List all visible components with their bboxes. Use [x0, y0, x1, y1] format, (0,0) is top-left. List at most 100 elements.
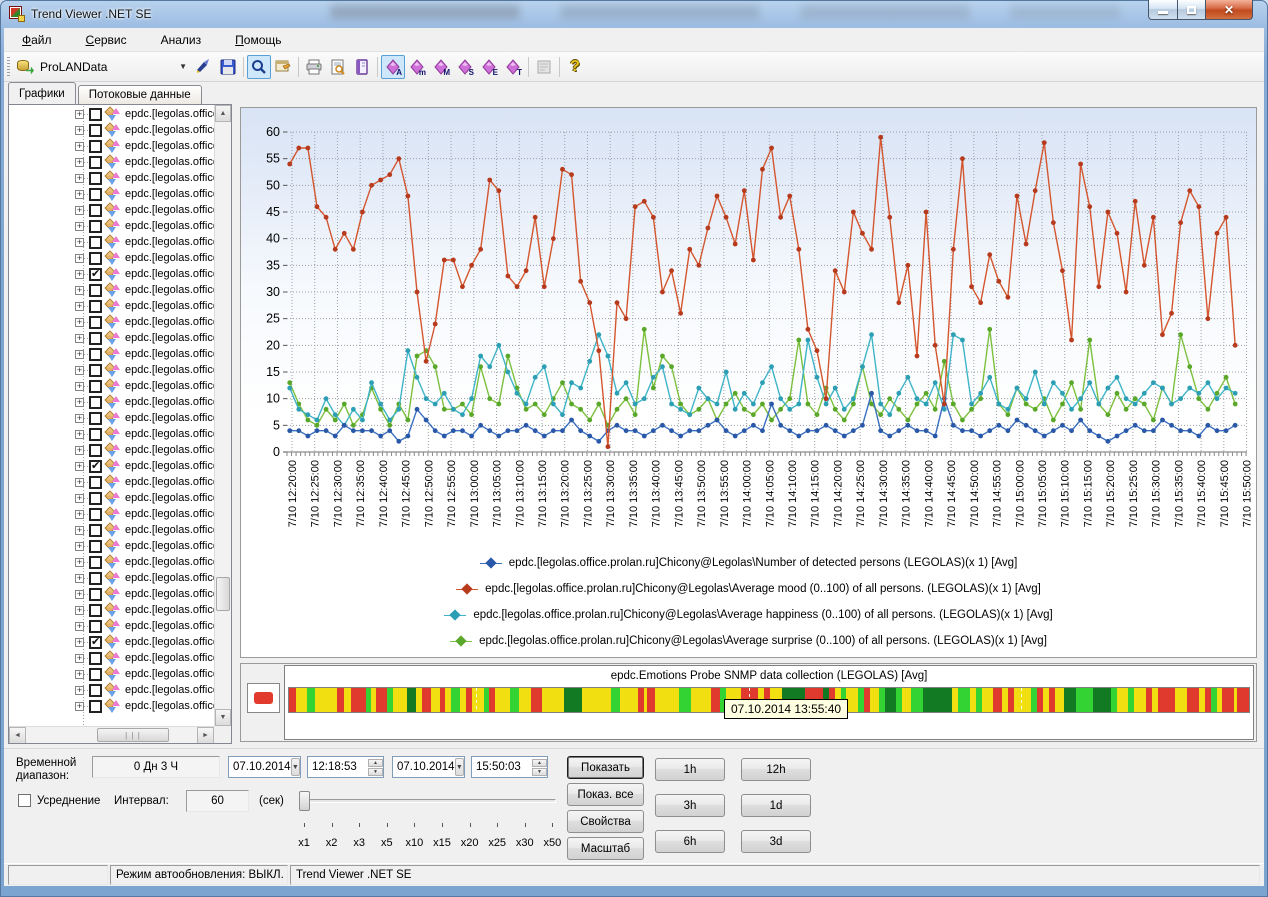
tree-item-checkbox[interactable] — [89, 156, 102, 169]
spin-up-icon[interactable]: ▲ — [532, 759, 547, 767]
tree-item[interactable]: +epdc.[legolas.office. — [9, 650, 214, 666]
tree-item[interactable]: +epdc.[legolas.office. — [9, 410, 214, 426]
tree-vertical-scrollbar[interactable]: ▲ ▼ — [214, 105, 231, 726]
scroll-right-icon[interactable]: ► — [197, 727, 214, 744]
expand-icon[interactable]: + — [75, 654, 84, 663]
expand-icon[interactable]: + — [75, 606, 84, 615]
expand-icon[interactable]: + — [75, 126, 84, 135]
expand-icon[interactable]: + — [75, 222, 84, 231]
tree-item[interactable]: +epdc.[legolas.office. — [9, 378, 214, 394]
expand-icon[interactable]: + — [75, 334, 84, 343]
tree-item[interactable]: +epdc.[legolas.office. — [9, 346, 214, 362]
expand-icon[interactable]: + — [75, 238, 84, 247]
tree-item[interactable]: +epdc.[legolas.office. — [9, 394, 214, 410]
tab-charts[interactable]: Графики — [8, 82, 76, 104]
tree-item[interactable]: +epdc.[legolas.office. — [9, 538, 214, 554]
tree-item-checkbox[interactable] — [89, 492, 102, 505]
tree-item-checkbox[interactable] — [89, 364, 102, 377]
combo-dropdown-icon[interactable]: ▼ — [176, 62, 190, 71]
scale-button[interactable]: Масштаб — [567, 837, 644, 860]
tree-item-checkbox[interactable] — [89, 476, 102, 489]
strip-swatch-panel[interactable] — [247, 683, 280, 713]
tab-stream-data[interactable]: Потоковые данные — [78, 85, 202, 104]
scale-slider-thumb[interactable] — [299, 791, 310, 811]
expand-icon[interactable]: + — [75, 318, 84, 327]
tree-item[interactable]: +epdc.[legolas.office. — [9, 138, 214, 154]
expand-icon[interactable]: + — [75, 670, 84, 679]
save-button[interactable] — [216, 55, 240, 79]
tree-item[interactable]: +epdc.[legolas.office. — [9, 218, 214, 234]
expand-icon[interactable]: + — [75, 286, 84, 295]
expand-icon[interactable]: + — [75, 302, 84, 311]
tree-item[interactable]: +epdc.[legolas.office. — [9, 122, 214, 138]
menu-item-2[interactable]: Анализ — [157, 31, 206, 49]
expand-icon[interactable]: + — [75, 254, 84, 263]
diamond-E-button[interactable]: E — [477, 55, 501, 79]
tree-item-checkbox[interactable] — [89, 668, 102, 681]
properties-button[interactable] — [271, 55, 295, 79]
tree-item[interactable]: +epdc.[legolas.office. — [9, 570, 214, 586]
scroll-up-icon[interactable]: ▲ — [215, 105, 231, 122]
print-preview-button[interactable] — [326, 55, 350, 79]
tree-item[interactable]: +epdc.[legolas.office. — [9, 202, 214, 218]
expand-icon[interactable]: + — [75, 174, 84, 183]
date-to-picker[interactable]: 07.10.2014 ▼ — [392, 756, 465, 778]
expand-icon[interactable]: + — [75, 686, 84, 695]
report-button[interactable] — [350, 55, 374, 79]
tree-item-checkbox[interactable] — [89, 316, 102, 329]
range-button-1h[interactable]: 1h — [655, 758, 725, 781]
tree-item[interactable]: +epdc.[legolas.office. — [9, 186, 214, 202]
expand-icon[interactable]: + — [75, 350, 84, 359]
expand-icon[interactable]: + — [75, 398, 84, 407]
tree-item-checkbox[interactable] — [89, 700, 102, 713]
expand-icon[interactable]: + — [75, 446, 84, 455]
expand-icon[interactable]: + — [75, 430, 84, 439]
tree-item-checkbox[interactable] — [89, 204, 102, 217]
tree-item[interactable]: +epdc.[legolas.office. — [9, 282, 214, 298]
tree-item-checkbox[interactable] — [89, 604, 102, 617]
menu-item-1[interactable]: Сервис — [82, 31, 131, 49]
tree-horizontal-scrollbar[interactable]: ◄ | | | ► — [9, 726, 214, 743]
tree-item-checkbox[interactable]: ✔ — [89, 636, 102, 649]
tree-item-checkbox[interactable]: ✔ — [89, 460, 102, 473]
expand-icon[interactable]: + — [75, 590, 84, 599]
date-to-dropdown-icon[interactable]: ▼ — [455, 758, 464, 776]
time-from-spinner[interactable]: 12:18:53 ▲▼ — [307, 756, 384, 778]
tree-item[interactable]: +epdc.[legolas.office. — [9, 426, 214, 442]
vertical-scroll-thumb[interactable] — [216, 577, 230, 611]
expand-icon[interactable]: + — [75, 510, 84, 519]
menu-item-3[interactable]: Помощь — [231, 31, 285, 49]
tree-item[interactable]: +epdc.[legolas.office. — [9, 234, 214, 250]
expand-icon[interactable]: + — [75, 270, 84, 279]
expand-icon[interactable]: + — [75, 366, 84, 375]
averaging-checkbox[interactable] — [18, 794, 31, 807]
expand-icon[interactable]: + — [75, 110, 84, 119]
expand-icon[interactable]: + — [75, 558, 84, 567]
tree-item[interactable]: +epdc.[legolas.office. — [9, 522, 214, 538]
diamond-m-button[interactable]: m — [405, 55, 429, 79]
tree-item[interactable]: +epdc.[legolas.office. — [9, 602, 214, 618]
date-from-picker[interactable]: 07.10.2014 ▼ — [228, 756, 301, 778]
tree-item[interactable]: +epdc.[legolas.office. — [9, 298, 214, 314]
tree-item[interactable]: +epdc.[legolas.office. — [9, 330, 214, 346]
spin-down-icon[interactable]: ▼ — [368, 768, 383, 776]
help-button[interactable]: ? — [563, 55, 587, 79]
diamond-T-button[interactable]: T — [501, 55, 525, 79]
tree-item-checkbox[interactable] — [89, 444, 102, 457]
expand-icon[interactable]: + — [75, 542, 84, 551]
diamond-M-button[interactable]: M — [429, 55, 453, 79]
tree-item-checkbox[interactable] — [89, 588, 102, 601]
spin-up-icon[interactable]: ▲ — [368, 759, 383, 767]
tree-item[interactable]: +epdc.[legolas.office. — [9, 506, 214, 522]
expand-icon[interactable]: + — [75, 158, 84, 167]
tree-item-checkbox[interactable] — [89, 236, 102, 249]
tree-item-checkbox[interactable] — [89, 284, 102, 297]
tree-item-checkbox[interactable]: ✔ — [89, 268, 102, 281]
expand-icon[interactable]: + — [75, 206, 84, 215]
tree-item[interactable]: +epdc.[legolas.office. — [9, 490, 214, 506]
tree-item-checkbox[interactable] — [89, 300, 102, 313]
tree-item-checkbox[interactable] — [89, 252, 102, 265]
tree-item-checkbox[interactable] — [89, 540, 102, 553]
diamond-A-button[interactable]: A — [381, 55, 405, 79]
trend-chart[interactable]: 7/10 12:20:007/10 12:25:007/10 12:30:007… — [241, 108, 1254, 548]
